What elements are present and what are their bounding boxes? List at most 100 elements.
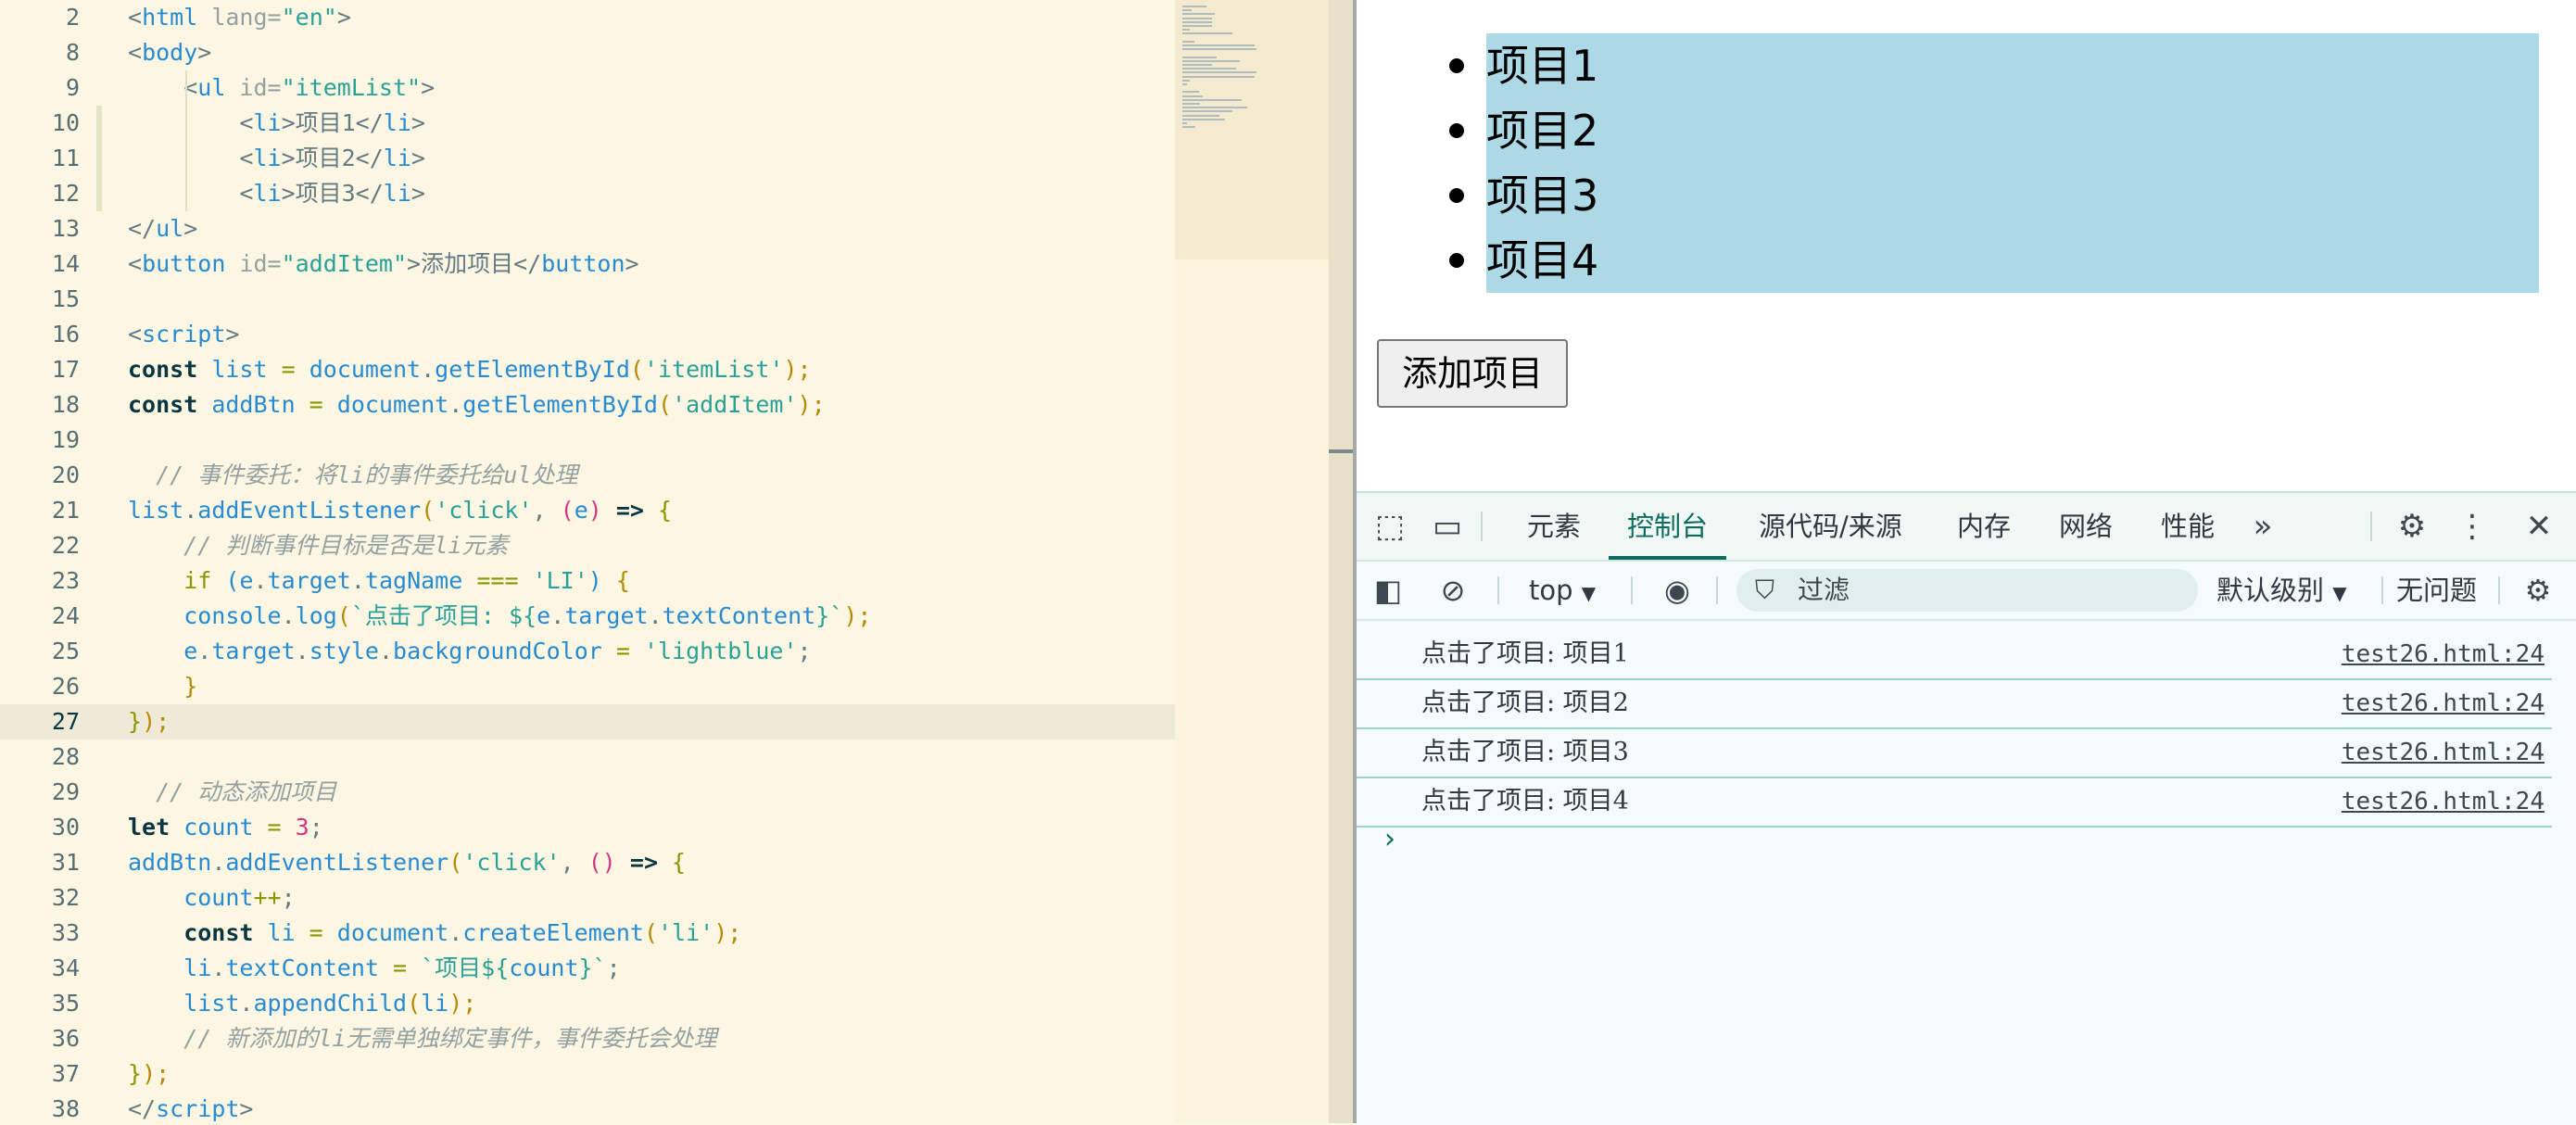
list-item[interactable]: 项目4: [1449, 228, 1598, 293]
code-line[interactable]: 27});: [0, 704, 1175, 739]
code-line[interactable]: 33 const li = document.createElement('li…: [0, 916, 1175, 951]
code-line[interactable]: 14 <button id="addItem">添加项目</button>: [0, 246, 1175, 282]
code-line[interactable]: 31 addBtn.addEventListener('click', () =>…: [0, 845, 1175, 880]
inspect-element-icon[interactable]: ⬚: [1370, 493, 1410, 560]
code-line[interactable]: 15: [0, 282, 1175, 317]
code-line[interactable]: 20 // 事件委托：将li的事件委托给ul处理: [0, 458, 1175, 493]
tab-performance[interactable]: 性能: [2161, 493, 2215, 560]
code-text: </script>: [128, 1092, 253, 1123]
code-token: >: [410, 145, 425, 171]
code-line[interactable]: 38 </script>: [0, 1092, 1175, 1123]
line-number: 24: [51, 602, 80, 629]
filter-input[interactable]: ⛉ 过滤: [1736, 569, 2198, 612]
tab-elements[interactable]: 元素: [1527, 493, 1581, 560]
line-number: 26: [51, 673, 80, 700]
line-number: 11: [51, 145, 80, 171]
code-token: >: [225, 321, 240, 348]
code-line[interactable]: 8 <body>: [0, 35, 1175, 70]
tab-network[interactable]: 网络: [2059, 493, 2113, 560]
log-level-selector[interactable]: 默认级别 ▼: [2216, 562, 2347, 619]
code-token: (: [448, 849, 463, 876]
code-token: const: [128, 919, 268, 946]
code-token: (): [587, 849, 630, 876]
code-line[interactable]: 13 </ul>: [0, 211, 1175, 246]
code-editor[interactable]: 2 <html lang="en"> 8 <body> 9 <ul id="itemLi…: [0, 0, 1175, 1123]
indent-guide: [185, 70, 187, 211]
divider: [1481, 512, 1483, 541]
code-line[interactable]: 30 let count = 3;: [0, 810, 1175, 845]
code-text: // 新添加的li无需单独绑定事件，事件委托会处理: [128, 1021, 716, 1056]
add-item-button[interactable]: 添加项目: [1377, 339, 1568, 408]
source-link[interactable]: test26.html:24: [2342, 679, 2544, 727]
minimap-line: [1182, 83, 1187, 85]
code-token: =>: [615, 497, 659, 524]
code-line[interactable]: 28: [0, 739, 1175, 775]
code-line[interactable]: 24 console.log(`点击了项目: ${e.target.textCo…: [0, 599, 1175, 634]
code-line[interactable]: 36 // 新添加的li无需单独绑定事件，事件委托会处理: [0, 1021, 1175, 1056]
tab-memory[interactable]: 内存: [1957, 493, 2011, 560]
code-line[interactable]: 25 e.target.style.backgroundColor = 'lig…: [0, 634, 1175, 669]
code-token: li: [383, 180, 411, 207]
sidebar-toggle-icon[interactable]: ◧: [1370, 562, 1407, 619]
code-line[interactable]: 11 <li>项目2</li>: [0, 141, 1175, 176]
code-line[interactable]: 32 count++;: [0, 880, 1175, 916]
code-line[interactable]: 16 <script>: [0, 317, 1175, 352]
code-token: addBtn: [128, 849, 212, 876]
code-line[interactable]: 35 list.appendChild(li);: [0, 986, 1175, 1021]
code-token: <: [128, 4, 143, 31]
code-text: });: [128, 704, 170, 739]
code-line[interactable]: 18 const addBtn = document.getElementById…: [0, 387, 1175, 423]
context-selector[interactable]: top ▼: [1529, 562, 1596, 619]
code-line[interactable]: 21 list.addEventListener('click', (e) => …: [0, 493, 1175, 528]
code-line[interactable]: 22 // 判断事件目标是否是li元素: [0, 528, 1175, 563]
code-text: const list = document.getElementById('it…: [128, 352, 812, 387]
line-number: 29: [51, 778, 80, 805]
code-line[interactable]: 12 <li>项目3</li>: [0, 176, 1175, 211]
code-token: ++: [253, 884, 282, 911]
source-link[interactable]: test26.html:24: [2342, 777, 2544, 826]
list-item[interactable]: 项目1: [1449, 33, 1598, 98]
tab-sources[interactable]: 源代码/来源: [1759, 493, 1902, 560]
code-token: li: [253, 109, 282, 136]
code-token: li: [253, 180, 282, 207]
code-token: `点击了项目: ${: [350, 602, 537, 629]
code-token: >: [197, 39, 212, 66]
code-token: );: [448, 990, 477, 1017]
console-message: 点击了项目: 项目1 test26.html:24: [1357, 630, 2552, 680]
code-line[interactable]: 34 li.textContent = `项目${count}`;: [0, 951, 1175, 986]
code-line[interactable]: 37});: [0, 1056, 1175, 1092]
eye-icon[interactable]: ◉: [1651, 562, 1703, 619]
clear-console-icon[interactable]: ⊘: [1434, 562, 1471, 619]
code-line[interactable]: 23 if (e.target.tagName === 'LI') {: [0, 563, 1175, 599]
code-token: const: [128, 356, 212, 383]
device-toolbar-icon[interactable]: ▭: [1427, 493, 1468, 560]
minimap-viewport[interactable]: [1175, 0, 1329, 259]
source-link[interactable]: test26.html:24: [2342, 728, 2544, 777]
code-line[interactable]: 19: [0, 423, 1175, 458]
minimap[interactable]: [1175, 0, 1329, 1123]
console-prompt-icon[interactable]: ›: [1384, 823, 1395, 855]
source-link[interactable]: test26.html:24: [2342, 630, 2544, 678]
filter-placeholder: 过滤: [1798, 575, 1850, 605]
list-item[interactable]: 项目3: [1449, 163, 1598, 228]
code-token: // 事件委托：将li的事件委托给ul处理: [128, 461, 578, 488]
editor-scrollbar[interactable]: [1329, 0, 1353, 1123]
close-icon[interactable]: ✕: [2519, 493, 2559, 560]
console-settings-gear-icon[interactable]: ⚙: [2515, 562, 2561, 619]
code-token: li: [383, 145, 411, 171]
code-token: >: [410, 109, 425, 136]
code-line[interactable]: 10 <li>项目1</li>: [0, 106, 1175, 141]
settings-gear-icon[interactable]: ⚙: [2389, 493, 2435, 560]
code-line[interactable]: 29 // 动态添加项目: [0, 775, 1175, 810]
minimap-line: [1182, 44, 1256, 46]
tab-console[interactable]: 控制台: [1609, 493, 1727, 560]
more-tabs-icon[interactable]: »: [2244, 493, 2281, 560]
code-line[interactable]: 26 }: [0, 669, 1175, 704]
list-item[interactable]: 项目2: [1449, 98, 1598, 163]
code-token: id=: [239, 250, 282, 277]
code-line[interactable]: 9 <ul id="itemList">: [0, 70, 1175, 106]
code-line[interactable]: 17 const list = document.getElementById('…: [0, 352, 1175, 387]
code-line[interactable]: 2 <html lang="en">: [0, 0, 1175, 35]
more-options-icon[interactable]: ⋮: [2454, 493, 2491, 560]
issues-counter[interactable]: 无问题: [2396, 562, 2477, 619]
